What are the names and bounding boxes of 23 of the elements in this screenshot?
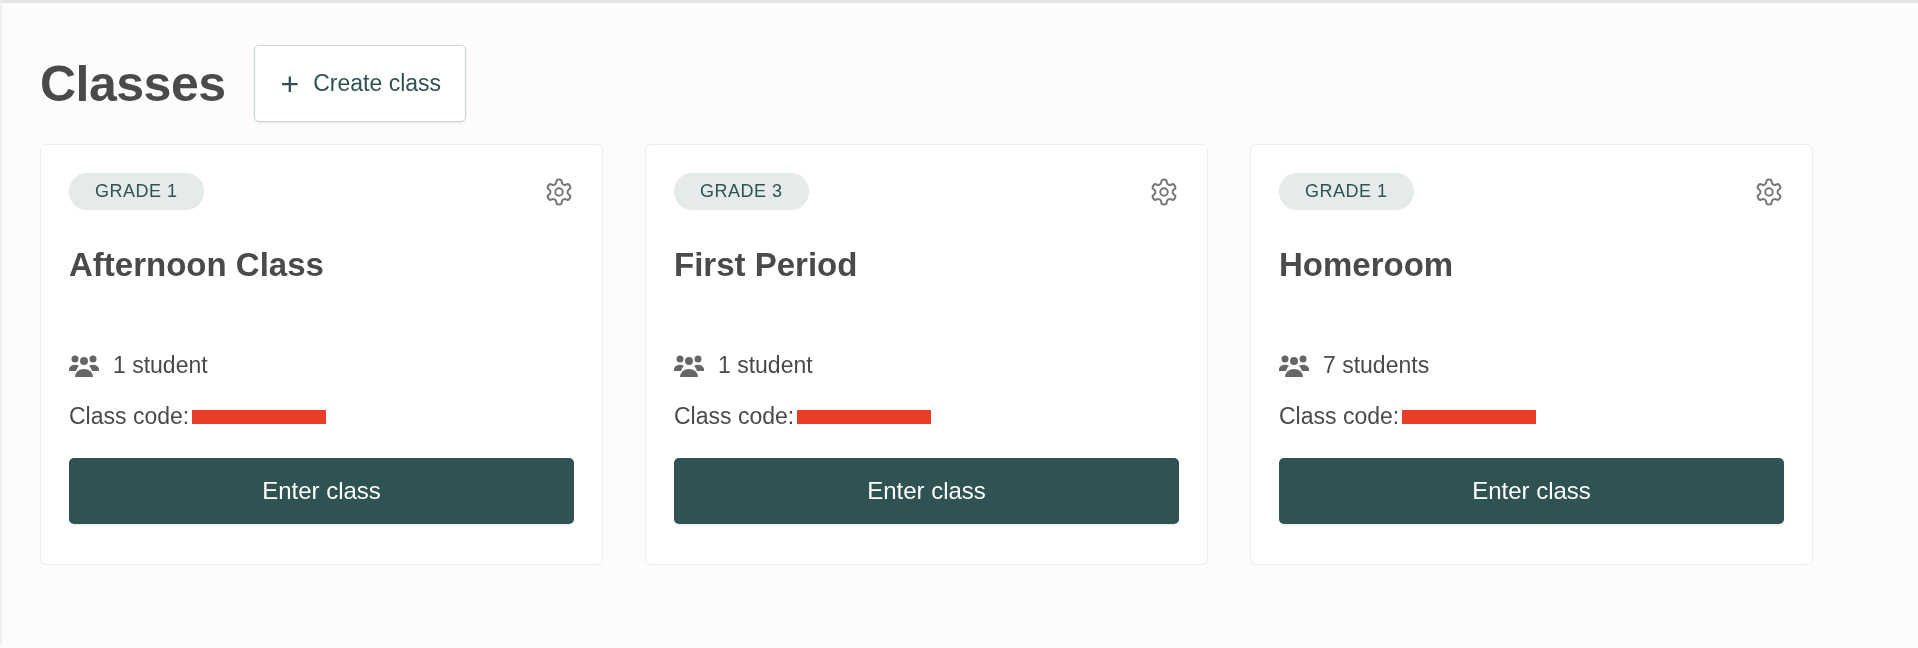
enter-class-button[interactable]: Enter class	[674, 458, 1179, 524]
page-title: Classes	[40, 54, 226, 113]
class-name: Afternoon Class	[69, 246, 325, 285]
grade-badge: GRADE 1	[69, 173, 204, 210]
student-count: 1 student	[113, 352, 208, 379]
class-code-label: Class code:	[1279, 403, 1400, 430]
create-class-button[interactable]: + Create class	[253, 45, 467, 122]
settings-icon[interactable]	[1754, 176, 1784, 207]
class-name: First Period	[674, 246, 859, 285]
settings-icon[interactable]	[544, 176, 574, 207]
class-code-label: Class code:	[69, 403, 190, 430]
grade-badge: GRADE 3	[674, 173, 809, 210]
student-count: 7 students	[1323, 352, 1430, 379]
people-icon	[674, 353, 704, 378]
student-count: 1 student	[718, 352, 813, 379]
grade-badge: GRADE 1	[1279, 173, 1414, 210]
class-code-label: Class code:	[674, 403, 795, 430]
people-icon	[1279, 353, 1309, 378]
settings-icon[interactable]	[1149, 176, 1179, 207]
class-name: Homeroom	[1279, 246, 1455, 285]
enter-class-button[interactable]: Enter class	[1279, 458, 1784, 524]
enter-class-button[interactable]: Enter class	[69, 458, 574, 524]
people-icon	[69, 353, 99, 378]
